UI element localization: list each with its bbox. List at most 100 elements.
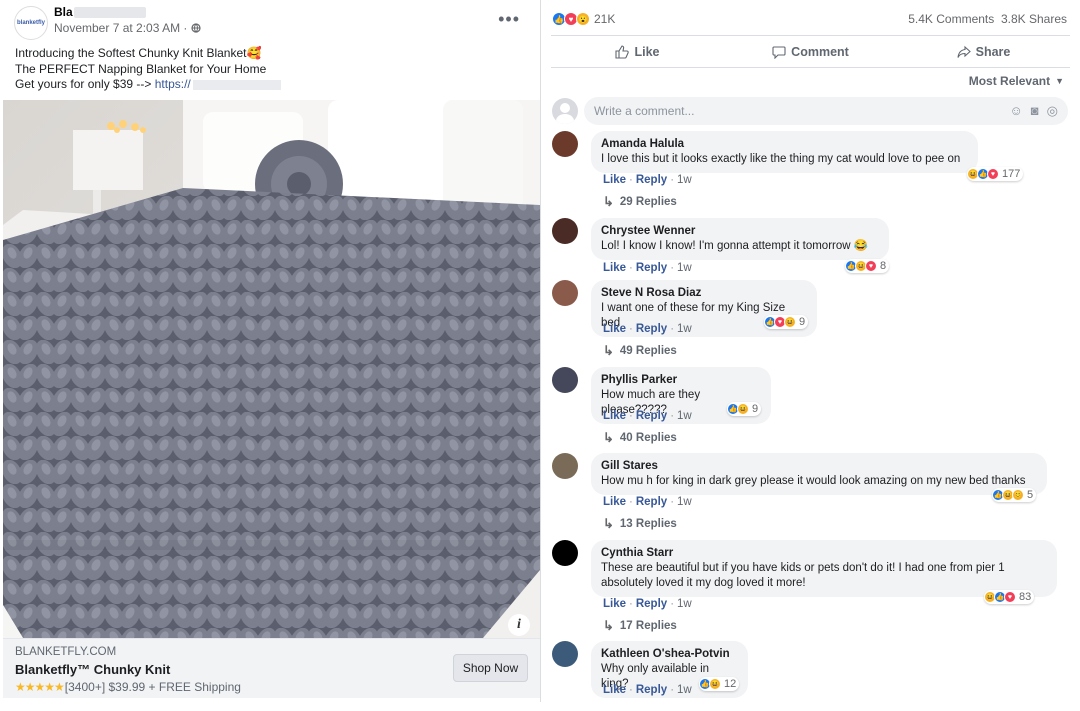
reply-arrow-icon: ↳ [603,516,614,531]
separator: · [670,598,675,610]
view-replies-link[interactable]: ↳ 29 Replies [603,194,677,210]
post-image[interactable]: i [3,100,540,638]
comment-like-link[interactable]: Like [603,174,626,186]
post-text: Introducing the Softest Chunky Knit Blan… [15,46,281,93]
commenter-avatar[interactable] [552,218,578,244]
comment-reply-link[interactable]: Reply [636,323,667,335]
love-reaction-icon: ♥ [1004,591,1016,603]
ad-footer[interactable]: BLANKETFLY.COM Blanketfly™ Chunky Knit ★… [3,638,540,698]
post-date[interactable]: November 7 at 2:03 AM · [54,21,202,35]
commenter-avatar[interactable] [552,280,578,306]
comment-composer: Write a comment... ☺ ◙ ◎ [552,97,1068,125]
love-reaction-icon: ♥ [987,168,999,180]
commenter-name[interactable]: Kathleen O'shea-Potvin [601,647,738,662]
comment-text: How mu h for king in dark grey please it… [601,475,1026,487]
page-avatar[interactable]: blanketfly [14,6,48,40]
comment-reactions[interactable]: 👍 ♥ 😆 9 [764,315,809,329]
comment-button[interactable]: Comment [724,36,897,67]
separator: · [629,174,633,186]
emoji-icon[interactable]: ☺ [1010,103,1023,119]
comment-reactions[interactable]: 👍 😆 😊 5 [992,488,1037,502]
comment-like-link[interactable]: Like [603,684,626,696]
caret-down-icon: ▼ [1055,76,1064,86]
view-replies-link[interactable]: ↳ 13 Replies [603,516,677,532]
comment-reactions[interactable]: 👍 😆 12 [699,677,740,691]
like-label: Like [634,44,660,59]
comment-like-link[interactable]: Like [603,323,626,335]
sort-label: Most Relevant [968,74,1051,88]
comment-time[interactable]: 1w [677,410,692,422]
comment-reply-link[interactable]: Reply [636,598,667,610]
comment-time[interactable]: 1w [677,174,692,186]
comment-input[interactable]: Write a comment... ☺ ◙ ◎ [584,97,1068,125]
comment-reply-link[interactable]: Reply [636,262,667,274]
commenter-name[interactable]: Chrystee Wenner [601,224,879,239]
commenter-name[interactable]: Gill Stares [601,459,1037,474]
comment-time[interactable]: 1w [677,496,692,508]
commenter-avatar[interactable] [552,540,578,566]
comment-like-link[interactable]: Like [603,262,626,274]
page-name-text[interactable]: Bla [54,5,73,19]
info-icon[interactable]: i [508,614,530,636]
commenter-name[interactable]: Amanda Halula [601,137,968,152]
comment-like-link[interactable]: Like [603,410,626,422]
shares-count[interactable]: 3.8K Shares [1001,12,1067,26]
commenter-name[interactable]: Steve N Rosa Diaz [601,286,807,301]
comment-reactions[interactable]: 👍 😆 9 [727,402,762,416]
share-button[interactable]: Share [897,36,1070,67]
comment-reply-link[interactable]: Reply [636,174,667,186]
comment-reply-link[interactable]: Reply [636,684,667,696]
comment-reactions[interactable]: 😆 👍 ♥ 177 [967,167,1024,181]
star-rating-icon: ★★★★★ [15,680,65,694]
comment-reply-link[interactable]: Reply [636,496,667,508]
comment-like-link[interactable]: Like [603,598,626,610]
comment-time[interactable]: 1w [677,684,692,696]
comments-shares-count: 5.4K Comments 3.8K Shares [908,12,1067,26]
comment-like-link[interactable]: Like [603,496,626,508]
replies-count[interactable]: 49 Replies [620,345,677,357]
comment-reactions[interactable]: 😆 👍 ♥ 83 [984,590,1035,604]
replies-count[interactable]: 40 Replies [620,432,677,444]
post-link[interactable]: https:// [155,77,191,91]
comment-meta: Like · Reply · 1w [603,323,692,335]
page-name[interactable]: Bla [54,5,201,19]
like-button[interactable]: Like [551,36,724,67]
commenter-avatar[interactable] [552,641,578,667]
commenter-name[interactable]: Phyllis Parker [601,373,761,388]
post-date-text[interactable]: November 7 at 2:03 AM · [54,21,187,35]
separator: · [670,174,675,186]
reaction-summary[interactable]: 👍 ♥ 😮 21K [552,12,615,26]
comment-time[interactable]: 1w [677,262,692,274]
view-replies-link[interactable]: ↳ 40 Replies [603,430,677,446]
user-avatar [552,98,578,124]
reactions-count[interactable]: 21K [594,12,615,26]
reaction-stats: 👍 ♥ 😮 21K 5.4K Comments 3.8K Shares [552,9,1067,29]
replies-count[interactable]: 17 Replies [620,620,677,632]
commenter-avatar[interactable] [552,367,578,393]
comment-time[interactable]: 1w [677,323,692,335]
comment-label: Comment [791,44,849,59]
replies-count[interactable]: 29 Replies [620,196,677,208]
reply-arrow-icon: ↳ [603,194,614,209]
sticker-icon[interactable]: ◎ [1047,103,1058,119]
comment-bubble: Amanda Halula I love this but it looks e… [591,131,978,173]
comments-count[interactable]: 5.4K Comments [908,12,994,26]
view-replies-link[interactable]: ↳ 17 Replies [603,618,677,634]
commenter-avatar[interactable] [552,453,578,479]
separator: · [670,496,675,508]
comment-time[interactable]: 1w [677,598,692,610]
more-options-icon[interactable]: ••• [498,9,520,30]
haha-reaction-icon: 😆 [709,678,721,690]
haha-reaction-icon: 😆 [784,316,796,328]
redacted-link [192,79,281,90]
camera-icon[interactable]: ◙ [1031,103,1039,119]
commenter-avatar[interactable] [552,131,578,157]
replies-count[interactable]: 13 Replies [620,518,677,530]
view-replies-link[interactable]: ↳ 49 Replies [603,343,677,359]
comment-text: Lol! I know I know! I'm gonna attempt it… [601,240,869,252]
shop-now-button[interactable]: Shop Now [453,654,528,682]
comment-sort-dropdown[interactable]: Most Relevant ▼ [969,74,1064,88]
comment-reactions[interactable]: 👍 😆 ♥ 8 [845,259,890,273]
commenter-name[interactable]: Cynthia Starr [601,546,1047,561]
comment-reply-link[interactable]: Reply [636,410,667,422]
